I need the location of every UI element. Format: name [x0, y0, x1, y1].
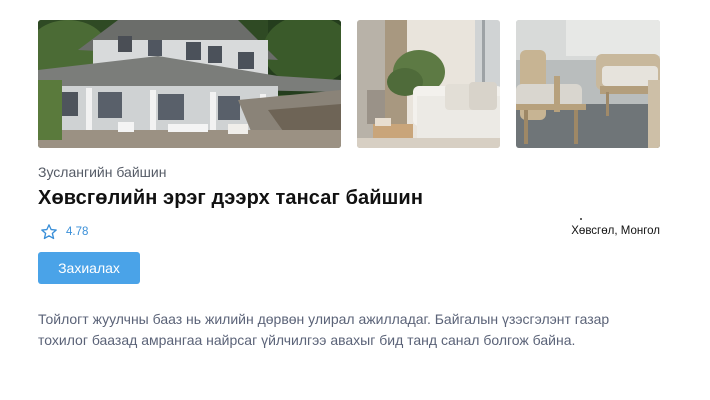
listing-rating: 4.78 — [40, 223, 88, 241]
listing-location: Хөвсгөл, Монгол — [571, 225, 660, 237]
listing-description: Тойлогт жуулчны бааз нь жилийн дөрвөн ул… — [38, 309, 678, 351]
photo-gallery — [38, 20, 660, 148]
description-line-1: Тойлогт жуулчны бааз нь жилийн дөрвөн ул… — [38, 311, 610, 327]
living-room-photo[interactable] — [357, 20, 500, 148]
house-exterior-photo[interactable] — [38, 20, 341, 148]
location-marker — [580, 218, 582, 220]
description-line-2: тохилог баазад амрангаа найрсаг үйлчилгэ… — [38, 332, 576, 348]
rating-value: 4.78 — [66, 226, 89, 238]
listing-title: Хөвсгөлийн эрэг дээрх тансаг байшин — [38, 187, 423, 209]
star-outline-icon[interactable] — [40, 223, 58, 241]
patio-chairs-photo[interactable] — [516, 20, 660, 148]
listing-category: Зуслангийн байшин — [38, 164, 167, 180]
book-button[interactable]: Захиалах — [38, 252, 140, 284]
